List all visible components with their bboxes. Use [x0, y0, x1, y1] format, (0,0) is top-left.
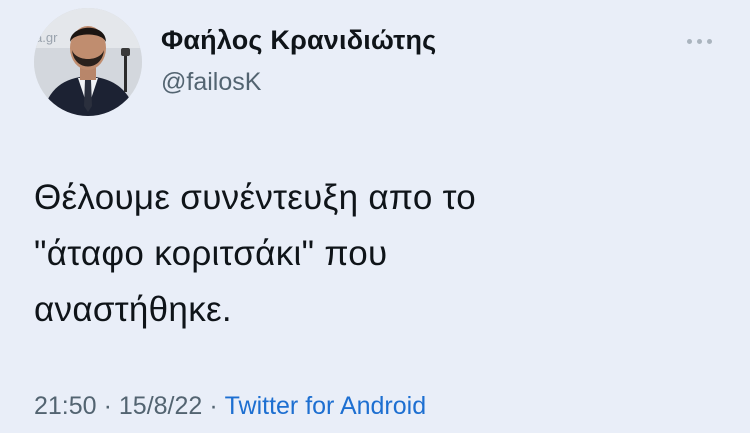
- author-handle[interactable]: @failosK: [161, 68, 261, 97]
- avatar-photo: a.gr: [34, 8, 142, 116]
- tweet-date[interactable]: 15/8/22: [119, 392, 202, 420]
- tweet-time[interactable]: 21:50: [34, 392, 97, 420]
- more-dots-icon[interactable]: [680, 26, 720, 56]
- more-dot: [707, 39, 712, 44]
- tweet-text: Θέλουμε συνέντευξη απο το "άταφο κοριτσά…: [34, 170, 714, 338]
- more-dot: [697, 39, 702, 44]
- meta-separator: ·: [103, 392, 112, 420]
- tweet-text-line: "άταφο κοριτσάκι" που: [34, 234, 388, 273]
- tweet-meta: 21:50 · 15/8/22 · Twitter for Android: [34, 392, 426, 421]
- more-dot: [687, 39, 692, 44]
- meta-separator: ·: [209, 392, 218, 420]
- avatar[interactable]: a.gr: [34, 8, 142, 116]
- tweet-card: a.gr Φαήλος Κρανιδιώτης @failosK Θέλουμε…: [0, 0, 750, 433]
- tweet-source-link[interactable]: Twitter for Android: [225, 392, 426, 420]
- tweet-text-line: αναστήθηκε.: [34, 290, 232, 329]
- tweet-text-line: Θέλουμε συνέντευξη απο το: [34, 178, 477, 217]
- author-name[interactable]: Φαήλος Κρανιδιώτης: [161, 25, 436, 56]
- avatar-watermark: a.gr: [35, 30, 58, 45]
